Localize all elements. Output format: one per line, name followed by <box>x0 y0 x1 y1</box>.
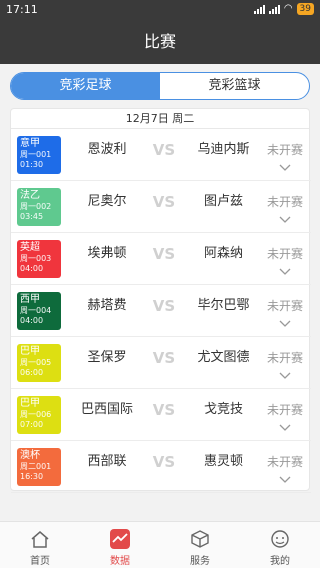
home-team: 赫塔费 <box>87 298 127 313</box>
away-team: 图卢兹 <box>203 194 243 209</box>
match-number: 周一002 <box>20 202 52 211</box>
league-badge: 澳杯 周二001 16:30 <box>17 448 61 486</box>
match-row[interactable]: 法乙 周一002 03:45 尼奥尔 VS 图卢兹 未开赛 <box>11 182 311 233</box>
home-icon <box>31 531 49 548</box>
match-row[interactable]: 巴甲 周一005 06:00 圣保罗 VS 尤文图德 未开赛 <box>11 338 311 389</box>
battery-indicator: 39 <box>296 3 314 15</box>
tab-football[interactable]: 竞彩足球 <box>11 73 160 99</box>
chevron-down-icon[interactable] <box>279 214 291 224</box>
match-row[interactable]: 澳杯 周二001 16:30 西部联 VS 惠灵顿 未开赛 <box>11 442 311 493</box>
wifi-icon: ◠ <box>283 3 293 14</box>
match-time: 01:30 <box>20 160 44 169</box>
league-badge: 西甲 周一004 04:00 <box>17 292 61 330</box>
chevron-down-icon[interactable] <box>279 474 291 484</box>
match-time: 03:45 <box>20 212 44 221</box>
tab-basketball[interactable]: 竞彩篮球 <box>160 73 309 99</box>
away-team: 惠灵顿 <box>203 454 243 469</box>
match-list: 12月7日 周二 意甲 周一001 01:30 恩波利 VS 乌迪内斯 未开赛 法乙 周一002… <box>10 108 311 493</box>
signal-icon <box>268 4 280 14</box>
bottom-nav: 首页 数据 服务 我的 <box>0 521 320 568</box>
league-name: 澳杯 <box>20 450 40 461</box>
match-number: 周二001 <box>20 462 52 471</box>
match-time: 04:00 <box>20 264 44 273</box>
status-icons: ◠ 39 <box>253 3 314 15</box>
league-badge: 法乙 周一002 03:45 <box>17 188 61 226</box>
signal-icon <box>253 4 265 14</box>
chevron-down-icon[interactable] <box>279 370 291 380</box>
chevron-down-icon[interactable] <box>279 318 291 328</box>
user-icon <box>271 530 289 548</box>
date-header: 12月7日 周二 <box>11 109 309 129</box>
away-team: 阿森纳 <box>203 246 243 261</box>
home-team: 尼奥尔 <box>87 194 127 209</box>
status-bar: 17:11 ◠ 39 <box>0 0 320 20</box>
vs-label: VS <box>152 193 176 211</box>
match-number: 周一001 <box>20 150 52 159</box>
home-team: 巴西国际 <box>80 402 133 417</box>
match-time: 07:00 <box>20 420 44 429</box>
match-time: 06:00 <box>20 368 44 377</box>
nav-home[interactable]: 首页 <box>0 522 80 568</box>
home-team: 埃弗顿 <box>87 246 127 261</box>
nav-data-label: 数据 <box>110 556 130 567</box>
chevron-down-icon[interactable] <box>279 162 291 172</box>
nav-service[interactable]: 服务 <box>160 522 240 568</box>
league-badge: 意甲 周一001 01:30 <box>17 136 61 174</box>
match-number: 周一005 <box>20 358 52 367</box>
league-name: 英超 <box>20 242 40 253</box>
match-row[interactable]: 巴甲 周一006 07:00 巴西国际 VS 戈竞技 未开赛 <box>11 390 311 441</box>
match-number: 周一004 <box>20 306 52 315</box>
match-row[interactable]: 西甲 周一004 04:00 赫塔费 VS 毕尔巴鄂 未开赛 <box>11 286 311 337</box>
home-team: 圣保罗 <box>87 350 127 365</box>
nav-service-label: 服务 <box>190 556 210 567</box>
away-team: 乌迪内斯 <box>197 142 250 157</box>
nav-home-label: 首页 <box>30 556 50 567</box>
league-name: 巴甲 <box>20 346 40 357</box>
match-time: 16:30 <box>20 472 44 481</box>
nav-profile-label: 我的 <box>270 556 290 567</box>
match-number: 周一003 <box>20 254 52 263</box>
vs-label: VS <box>152 349 176 367</box>
match-row[interactable]: 意甲 周一001 01:30 恩波利 VS 乌迪内斯 未开赛 <box>11 130 311 181</box>
vs-label: VS <box>152 141 176 159</box>
chevron-down-icon[interactable] <box>279 266 291 276</box>
match-number: 周一006 <box>20 410 52 419</box>
sport-tabs: 竞彩足球 竞彩篮球 <box>10 72 310 100</box>
page-title: 比赛 <box>0 20 320 64</box>
nav-data[interactable]: 数据 <box>80 522 160 568</box>
box-icon <box>191 530 209 548</box>
match-time: 04:00 <box>20 316 44 325</box>
match-row[interactable]: 英超 周一003 04:00 埃弗顿 VS 阿森纳 未开赛 <box>11 234 311 285</box>
league-badge: 英超 周一003 04:00 <box>17 240 61 278</box>
chevron-down-icon[interactable] <box>279 422 291 432</box>
home-team: 西部联 <box>87 454 127 469</box>
league-name: 法乙 <box>20 190 40 201</box>
league-name: 意甲 <box>20 138 40 149</box>
away-team: 尤文图德 <box>197 350 250 365</box>
nav-profile[interactable]: 我的 <box>240 522 320 568</box>
vs-label: VS <box>152 297 176 315</box>
away-team: 戈竞技 <box>203 402 243 417</box>
home-team: 恩波利 <box>87 142 127 157</box>
clock: 17:11 <box>6 3 38 16</box>
vs-label: VS <box>152 401 176 419</box>
vs-label: VS <box>152 453 176 471</box>
league-name: 巴甲 <box>20 398 40 409</box>
vs-label: VS <box>152 245 176 263</box>
league-badge: 巴甲 周一005 06:00 <box>17 344 61 382</box>
league-name: 西甲 <box>20 294 40 305</box>
chart-icon <box>110 529 130 549</box>
league-badge: 巴甲 周一006 07:00 <box>17 396 61 434</box>
away-team: 毕尔巴鄂 <box>197 298 250 313</box>
